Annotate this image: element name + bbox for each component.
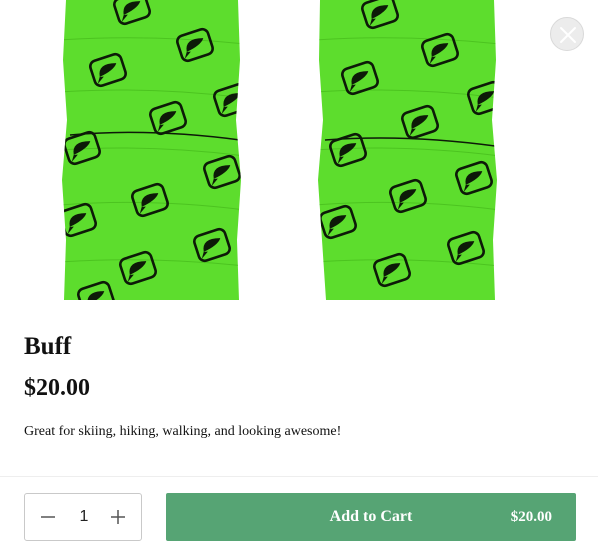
plus-icon	[111, 510, 125, 524]
minus-icon	[41, 516, 55, 518]
product-title: Buff	[24, 333, 72, 360]
decrease-quantity-button[interactable]	[29, 494, 67, 540]
buff-right	[318, 0, 497, 300]
buff-left	[62, 0, 241, 300]
add-to-cart-price: $20.00	[510, 509, 552, 525]
add-to-cart-button[interactable]: Add to Cart $20.00	[166, 493, 576, 541]
product-image-graphic	[62, 0, 497, 300]
quantity-stepper: 1	[24, 493, 142, 541]
product-image	[0, 0, 598, 300]
cart-footer: 1 Add to Cart $20.00	[0, 476, 598, 558]
quantity-input[interactable]: 1	[69, 494, 99, 540]
close-button[interactable]	[550, 17, 584, 51]
increase-quantity-button[interactable]	[99, 494, 137, 540]
close-icon	[560, 27, 576, 43]
product-description: Great for skiing, hiking, walking, and l…	[24, 424, 342, 439]
product-price: $20.00	[24, 375, 90, 401]
